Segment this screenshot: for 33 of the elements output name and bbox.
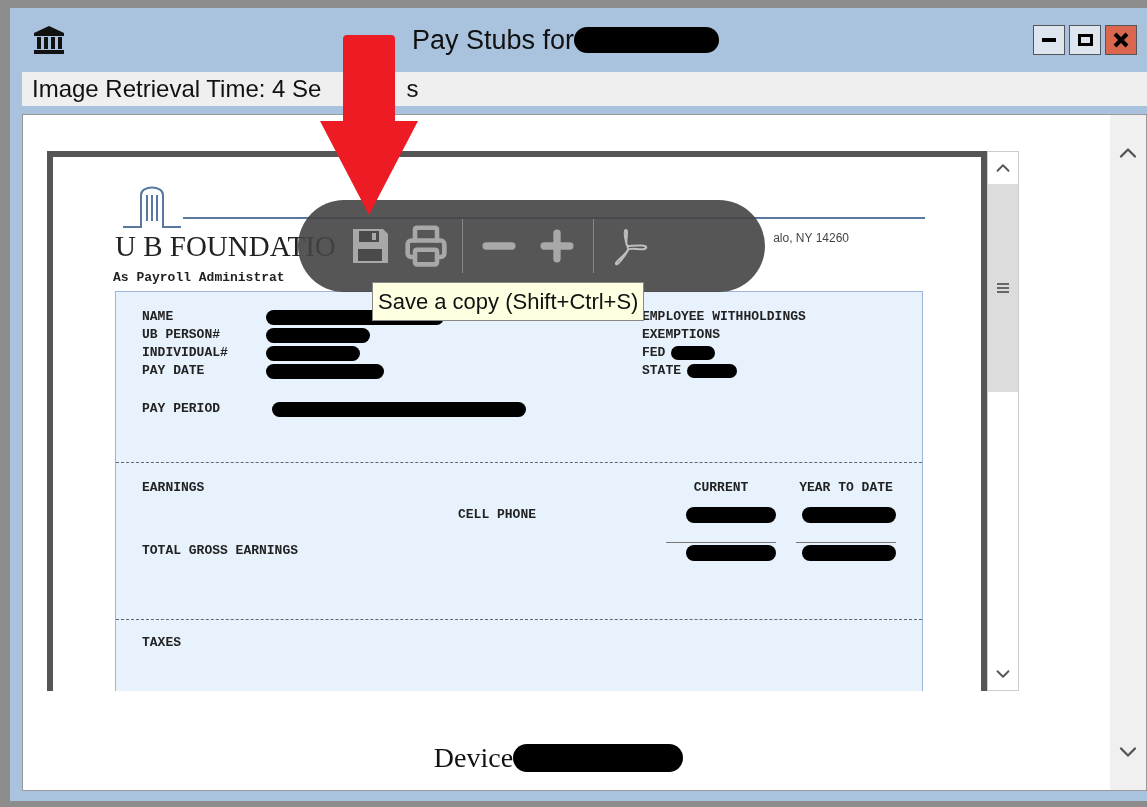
column-header: CURRENT [692,479,750,497]
address-text: alo, NY 14260 [773,230,849,247]
field-label: FED [642,344,666,362]
subtitle-text: As Payroll Administrat [113,269,286,287]
field-label: STATE [642,362,681,380]
section-title: TAXES [141,634,181,652]
field-label: UB PERSON# [142,326,221,344]
withholdings-title: EMPLOYEE WITHHOLDINGS [642,308,806,326]
earnings-item: CELL PHONE [457,506,537,524]
device-label: Device [433,741,514,775]
retrieval-time-text: s [406,74,419,104]
field-label: PAY DATE [142,362,206,380]
redaction-mark [671,346,716,360]
outer-scrollbar[interactable] [1110,115,1146,790]
retrieval-time-text: Image Retrieval Time: 4 Se [32,74,322,104]
exemptions-label: EXEMPTIONS [642,326,721,344]
redaction-mark [687,364,737,378]
building-icon [32,25,66,55]
close-icon [1113,32,1129,48]
scrollbar[interactable] [987,151,1019,691]
minimize-button[interactable] [1033,25,1065,55]
printer-icon[interactable] [404,224,448,268]
tooltip: Save a copy (Shift+Ctrl+S) [372,282,645,321]
maximize-button[interactable] [1069,25,1101,55]
field-label: PAY PERIOD [142,400,221,418]
column-header: YEAR TO DATE [798,479,894,497]
earnings-total: TOTAL GROSS EARNINGS [142,542,300,560]
scroll-grip-icon[interactable] [997,282,1009,294]
window-title: Pay Stubs for [412,23,575,57]
close-button[interactable] [1105,25,1137,55]
section-title: EARNINGS [142,479,206,497]
field-label: INDIVIDUAL# [142,344,229,362]
field-label: NAME [142,308,175,326]
